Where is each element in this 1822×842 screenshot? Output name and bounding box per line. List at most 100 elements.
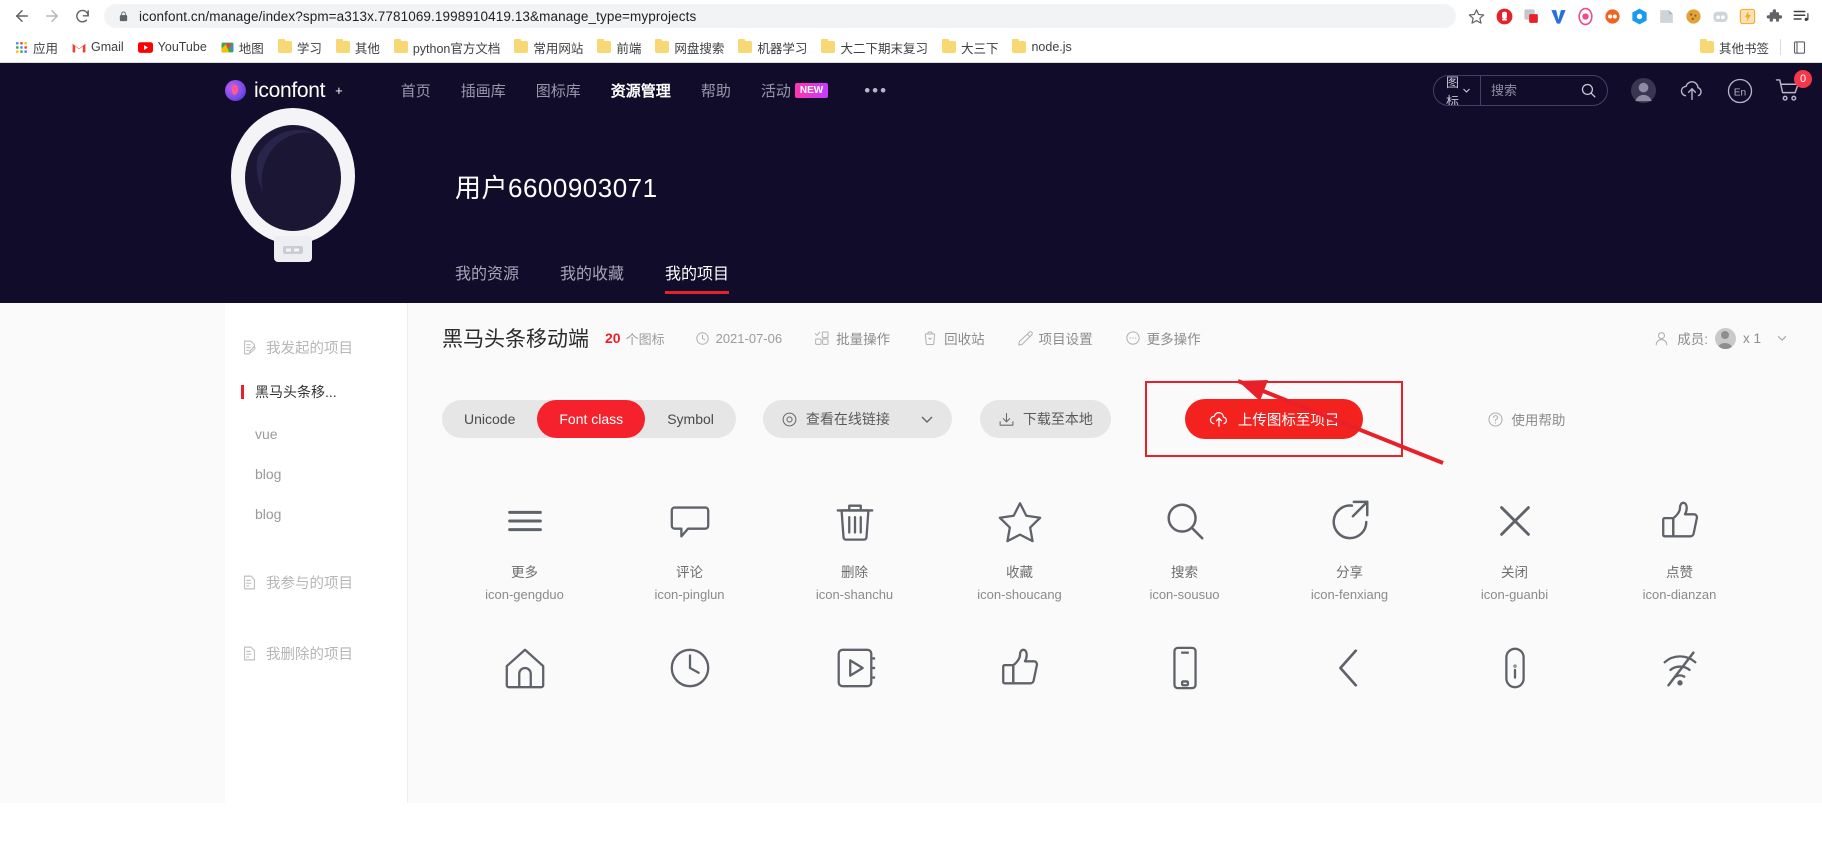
cookie-editor-extension-icon[interactable] — [1680, 3, 1706, 29]
view-online-link-button[interactable]: 查看在线链接 — [762, 400, 952, 438]
tab-font-class[interactable]: Font class — [537, 400, 646, 438]
tab-my-projects[interactable]: 我的项目 — [665, 260, 730, 294]
shopping-cart-button[interactable]: 0 — [1775, 70, 1812, 103]
tab-symbol[interactable]: Symbol — [645, 400, 736, 438]
icon-cell[interactable] — [607, 640, 772, 696]
tampermonkey-extension-icon[interactable] — [1572, 3, 1598, 29]
bookmark-folder-2[interactable]: 其他 — [329, 35, 387, 60]
icon-label: 分享 — [1336, 565, 1363, 580]
icon-cell[interactable] — [772, 640, 937, 696]
tab-my-favorites[interactable]: 我的收藏 — [560, 260, 624, 294]
batch-operation-button[interactable]: 批量操作 — [814, 328, 890, 348]
icon-cell[interactable]: 搜索 icon-sousuo — [1102, 493, 1267, 602]
icon-cell[interactable]: 关闭 icon-guanbi — [1432, 493, 1597, 602]
chevron-down-icon[interactable] — [1776, 332, 1788, 344]
profile-tabs: 我的资源 我的收藏 我的项目 — [455, 260, 730, 294]
nav-item-activity-label: 活动 — [760, 83, 791, 100]
icon-cell[interactable] — [1102, 640, 1267, 696]
evernote-extension-icon[interactable] — [1626, 3, 1652, 29]
bookmark-folder-9[interactable]: 大三下 — [935, 35, 1006, 60]
icon-cell[interactable] — [442, 640, 607, 696]
bookmark-apps[interactable]: 应用 — [8, 35, 65, 60]
nav-item-resource-manage[interactable]: 资源管理 — [611, 80, 671, 101]
icon-cell[interactable] — [1267, 640, 1432, 696]
icon-cell[interactable] — [1432, 640, 1597, 696]
recycle-bin-button[interactable]: 回收站 — [922, 328, 985, 348]
screenshot-extension-icon[interactable] — [1518, 3, 1544, 29]
toby-extension-icon[interactable] — [1707, 3, 1733, 29]
user-avatar-icon[interactable] — [1630, 77, 1657, 104]
infinity-extension-icon[interactable] — [1599, 3, 1625, 29]
more-operations-button[interactable]: 更多操作 — [1125, 328, 1201, 348]
bookmark-star-icon[interactable] — [1462, 2, 1490, 30]
icon-cell[interactable]: 评论 icon-pinglun — [607, 493, 772, 602]
bookmark-folder-5[interactable]: 前端 — [590, 35, 648, 60]
cloud-upload-icon[interactable] — [1679, 80, 1705, 102]
search-type-select[interactable]: 图标 — [1434, 76, 1482, 105]
forward-button[interactable] — [38, 2, 66, 30]
icon-cell[interactable]: 点赞 icon-dianzan — [1597, 493, 1762, 602]
lightshot-extension-icon[interactable] — [1734, 3, 1760, 29]
nav-item-illustrations[interactable]: 插画库 — [461, 80, 506, 101]
sidebar-item-vue[interactable]: vue — [225, 414, 407, 454]
icon-cell[interactable]: 收藏 icon-shoucang — [937, 493, 1102, 602]
nav-item-activity[interactable]: 活动 NEW — [760, 80, 829, 101]
icon-label: 点赞 — [1666, 565, 1693, 580]
icon-cell[interactable] — [1597, 640, 1762, 696]
tab-unicode[interactable]: Unicode — [442, 400, 537, 438]
nav-item-help[interactable]: 帮助 — [701, 80, 731, 101]
bookmark-maps[interactable]: 地图 — [214, 35, 271, 60]
sidebar-item-blog-1[interactable]: blog — [225, 454, 407, 494]
project-settings-button[interactable]: 项目设置 — [1017, 328, 1093, 348]
sidebar-group-deleted[interactable]: 我删除的项目 — [225, 631, 407, 676]
icon-cell[interactable]: 分享 icon-fenxiang — [1267, 493, 1432, 602]
address-bar[interactable]: iconfont.cn/manage/index?spm=a313x.77810… — [104, 4, 1456, 28]
header-search[interactable]: 图标 — [1433, 75, 1608, 106]
nav-more-icon[interactable]: ••• — [864, 81, 888, 101]
upload-icons-button[interactable]: 上传图标至项目 — [1184, 399, 1364, 439]
vimium-extension-icon[interactable] — [1545, 3, 1571, 29]
sidebar-group-created[interactable]: 我发起的项目 — [225, 325, 407, 370]
project-header: 黑马头条移动端 20 个图标 2021-07-06 批量操作 回收站 项目设置 … — [442, 323, 1822, 353]
bookmark-folder-4[interactable]: 常用网站 — [507, 35, 590, 60]
bookmark-folder-1[interactable]: 学习 — [271, 35, 329, 60]
page-title: 用户6600903071 — [455, 173, 658, 203]
chrome-menu-icon[interactable] — [1788, 3, 1814, 29]
members-control[interactable]: 成员: x 1 — [1653, 327, 1788, 349]
bookmark-youtube[interactable]: YouTube — [131, 37, 214, 57]
sidebar-item-heima-toutiao[interactable]: 黑马头条移... — [225, 370, 407, 414]
search-icon[interactable] — [1570, 82, 1607, 99]
bookmark-folder-3[interactable]: python官方文档 — [387, 35, 508, 60]
onenote-clipper-extension-icon[interactable] — [1653, 3, 1679, 29]
icon-cell[interactable]: 更多 icon-gengduo — [442, 493, 607, 602]
icon-class-name: icon-dianzan — [1642, 587, 1717, 602]
chevron-down-icon[interactable] — [920, 412, 934, 426]
bookmark-folder-6[interactable]: 网盘搜索 — [648, 35, 731, 60]
question-circle-icon — [1487, 411, 1504, 428]
back-button[interactable] — [8, 2, 36, 30]
bookmark-folder-7[interactable]: 机器学习 — [731, 35, 814, 60]
reading-list-icon[interactable] — [1785, 37, 1814, 58]
usage-help-link[interactable]: 使用帮助 — [1487, 409, 1565, 429]
nav-item-home[interactable]: 首页 — [401, 80, 431, 101]
sidebar-item-blog-2[interactable]: blog — [225, 494, 407, 534]
folder-icon — [277, 39, 292, 53]
language-toggle-icon[interactable]: En — [1727, 78, 1753, 104]
download-local-button[interactable]: 下载至本地 — [979, 400, 1111, 438]
nav-item-icon-library[interactable]: 图标库 — [536, 80, 581, 101]
bookmark-folder-10[interactable]: node.js — [1005, 37, 1078, 57]
bookmark-label: 大三下 — [960, 41, 999, 56]
bookmark-gmail[interactable]: Gmail — [65, 37, 131, 57]
folder-icon — [1699, 39, 1714, 53]
other-bookmarks-folder[interactable]: 其他书签 — [1693, 35, 1776, 60]
tab-my-resources[interactable]: 我的资源 — [455, 260, 519, 294]
search-input[interactable] — [1481, 83, 1570, 98]
reload-button[interactable] — [68, 2, 96, 30]
icon-label: 搜索 — [1171, 565, 1198, 580]
icon-cell[interactable] — [937, 640, 1102, 696]
bookmark-folder-8[interactable]: 大二下期末复习 — [814, 35, 935, 60]
sidebar-group-joined[interactable]: 我参与的项目 — [225, 560, 407, 605]
adblock-extension-icon[interactable] — [1491, 3, 1517, 29]
puzzle-extensions-icon[interactable] — [1761, 3, 1787, 29]
icon-cell[interactable]: 删除 icon-shanchu — [772, 493, 937, 602]
